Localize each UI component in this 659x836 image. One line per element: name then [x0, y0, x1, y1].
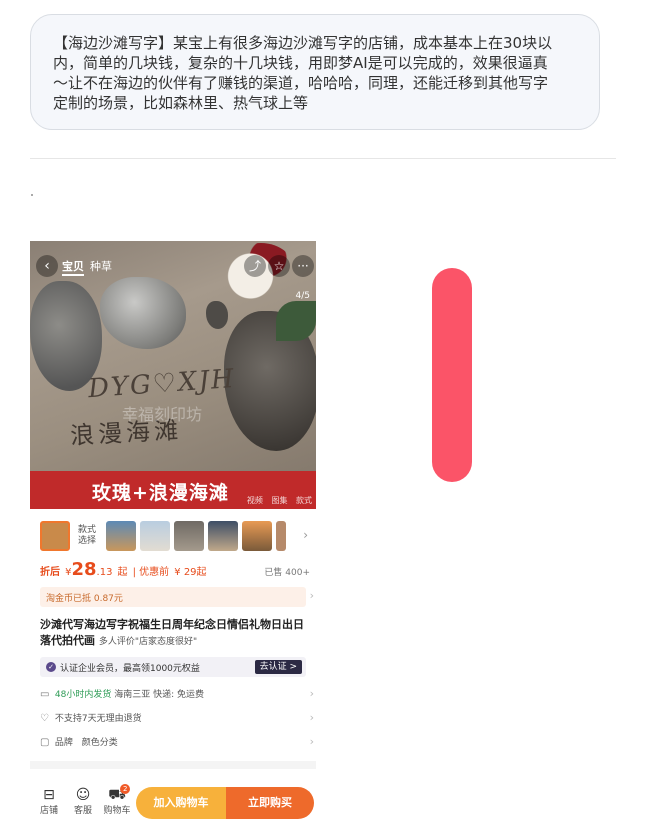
service-label: 客服 — [73, 806, 92, 816]
product-screenshot: DYG♡XJH 浪漫海滩 幸福刻印坊 ‹ 宝贝 种草 ⤴ ☆ ··· 4/5 玫… — [30, 241, 316, 827]
post-line-1: 【海边沙滩写字】某宝上有很多海边沙滩写字的店铺，成本基本上在30块以 — [53, 34, 553, 52]
cert-banner: ✓ 认证企业会员，最高领1000元权益 去认证 > — [40, 657, 306, 677]
sold-count: 已售 400+ — [264, 568, 310, 578]
style-thumbnails: 款式 选择 › — [40, 521, 310, 553]
more-icon[interactable]: ··· — [292, 255, 314, 277]
add-to-cart-button[interactable]: 加入购物车 — [136, 787, 226, 819]
product-topbar: ‹ 宝贝 种草 ⤴ ☆ ··· — [30, 255, 316, 281]
style-thumbnail[interactable] — [276, 521, 286, 551]
sand-writing: DYG♡XJH — [87, 363, 237, 405]
returns-row[interactable]: ♡ 不支持7天无理由退货 › — [40, 711, 314, 729]
style-thumbnail[interactable] — [208, 521, 238, 551]
tab-item[interactable]: 宝贝 — [62, 258, 84, 276]
price-decimal: .13 — [96, 567, 113, 578]
service-icon: ☺ — [75, 787, 91, 803]
price-main: 28 — [71, 559, 97, 580]
media-tabs: 视频 图集 款式 — [241, 495, 312, 506]
price-before-label: | 优惠前 — [132, 567, 170, 578]
product-hero-image: DYG♡XJH 浪漫海滩 幸福刻印坊 ‹ 宝贝 种草 ⤴ ☆ ··· 4/5 玫… — [30, 241, 316, 509]
back-icon[interactable]: ‹ — [36, 255, 58, 277]
price-suffix: 起 — [117, 567, 128, 578]
highlight-bar — [432, 268, 472, 482]
brand-row[interactable]: ▢ 品牌 颜色分类 › — [40, 735, 314, 753]
coin-discount[interactable]: 淘金币已抵 0.87元 › — [40, 587, 314, 607]
banner-text: 玫瑰+浪漫海滩 — [92, 482, 229, 504]
price-before-value: ¥ 29起 — [174, 567, 207, 578]
tab-seeding[interactable]: 种草 — [90, 258, 112, 274]
buy-now-button[interactable]: 立即购买 — [226, 787, 314, 819]
style-thumbnail[interactable] — [140, 521, 170, 551]
price-label: 折后 — [40, 567, 60, 578]
divider — [30, 158, 616, 159]
share-icon[interactable]: ⤴ — [244, 255, 266, 277]
style-thumbnail[interactable] — [106, 521, 136, 551]
shop-label: 店铺 — [39, 806, 58, 816]
shipping-rest: 海南三亚 快递: 免运费 — [114, 690, 204, 700]
post-line-4: 定制的场景，比如森林里、热气球上等 — [53, 94, 309, 112]
shop-icon: ⊟ — [43, 787, 55, 803]
shop-button[interactable]: ⊟ 店铺 — [34, 787, 64, 816]
price-row: 折后 ¥28.13 起 | 优惠前 ¥ 29起 已售 400+ — [40, 559, 310, 581]
style-label-line-1: 款式 — [78, 525, 97, 535]
section-separator — [30, 761, 316, 769]
service-button[interactable]: ☺ 客服 — [68, 787, 98, 816]
style-thumbnail[interactable] — [40, 521, 70, 551]
watermark: 幸福刻印坊 — [122, 405, 203, 424]
image-counter: 4/5 — [295, 291, 310, 301]
chevron-right-icon: › — [309, 735, 314, 748]
rock — [100, 277, 186, 349]
chevron-right-icon: › — [309, 687, 314, 700]
media-tab-style[interactable]: 款式 — [296, 496, 312, 505]
product-banner: 玫瑰+浪漫海滩 视频 图集 款式 — [30, 471, 316, 509]
rock — [206, 301, 228, 329]
chevron-right-icon: › — [309, 589, 314, 602]
clipboard-icon: ▢ — [40, 737, 50, 748]
post-line-2: 内，简单的几块钱，复杂的十几块钱，用即梦AI是可以完成的，效果很逼真 — [53, 54, 548, 72]
style-thumbnail[interactable] — [174, 521, 204, 551]
chevron-right-icon: › — [309, 711, 314, 724]
media-tab-gallery[interactable]: 图集 — [271, 496, 287, 505]
leaf — [276, 301, 316, 341]
cert-text: 认证企业会员，最高领1000元权益 — [60, 664, 200, 674]
cart-label: 购物车 — [103, 806, 131, 816]
coin-text: 淘金币已抵 0.87元 — [46, 594, 123, 604]
star-icon[interactable]: ☆ — [268, 255, 290, 277]
certify-button[interactable]: 去认证 > — [254, 660, 302, 674]
stray-dot — [31, 194, 33, 196]
chevron-right-icon[interactable]: › — [303, 528, 308, 542]
shipping-row[interactable]: ▭ 48小时内发货 海南三亚 快递: 免运费 › — [40, 687, 314, 705]
style-label-line-2: 选择 — [78, 536, 97, 546]
returns-text: 不支持7天无理由退货 — [54, 714, 142, 724]
bottom-action-bar: ⊟ 店铺 ☺ 客服 ⛟ 2 购物车 加入购物车 立即购买 — [30, 781, 316, 827]
shipping-fast: 48小时内发货 — [54, 690, 112, 700]
cart-button[interactable]: ⛟ 2 购物车 — [102, 784, 132, 816]
brand-value: 颜色分类 — [81, 738, 118, 748]
truck-icon: ▭ — [40, 689, 50, 700]
heart-shield-icon: ♡ — [40, 713, 49, 724]
cert-icon: ✓ — [46, 662, 56, 672]
post-line-3: ～让不在海边的伙伴有了赚钱的渠道，哈哈哈，同理，还能迁移到其他写字 — [53, 74, 549, 92]
brand-label: 品牌 — [54, 738, 73, 748]
post-bubble: 【海边沙滩写字】某宝上有很多海边沙滩写字的店铺，成本基本上在30块以 内，简单的… — [30, 14, 600, 130]
style-thumbnail[interactable] — [242, 521, 272, 551]
media-tab-video[interactable]: 视频 — [247, 496, 263, 505]
review-summary[interactable]: 多人评价"店家态度很好" — [99, 637, 197, 647]
style-select-label[interactable]: 款式 选择 — [78, 525, 96, 547]
product-title: 沙滩代写海边写字祝福生日周年纪念日情侣礼物日出日落代拍代画 多人评价"店家态度很… — [40, 617, 314, 650]
